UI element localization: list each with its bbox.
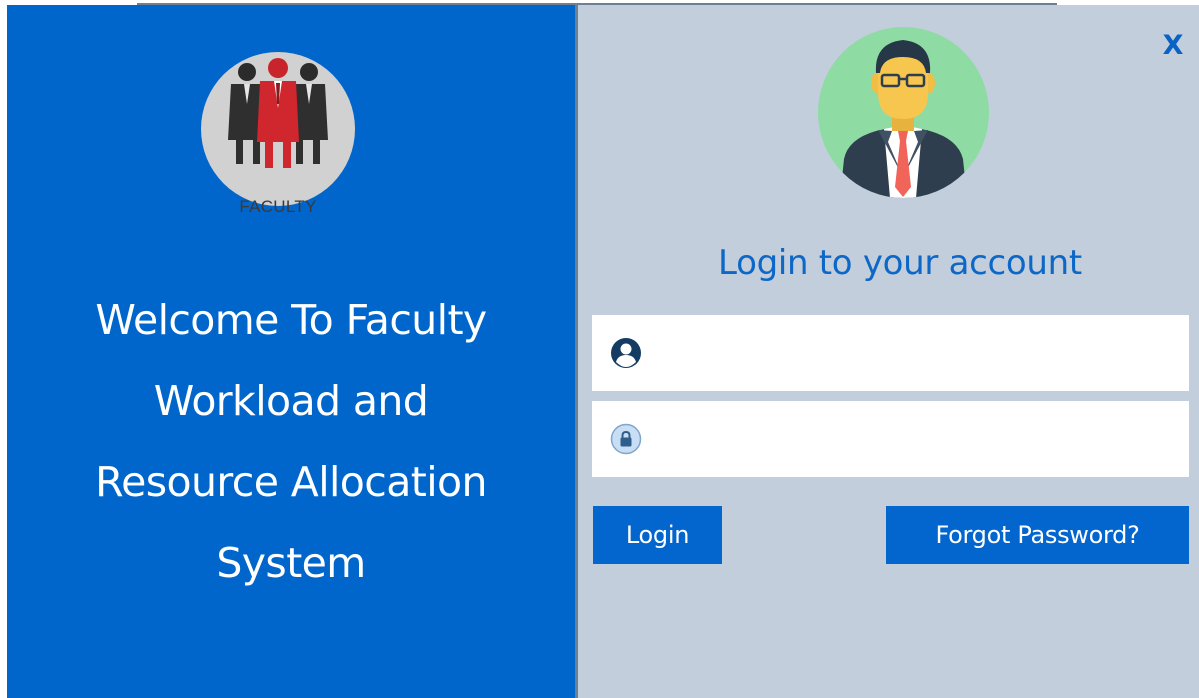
password-field: [592, 401, 1189, 477]
username-input[interactable]: [660, 315, 1180, 391]
login-button[interactable]: Login: [593, 506, 722, 564]
login-heading: Login to your account: [718, 243, 1082, 283]
welcome-line: Resource Allocation: [95, 458, 487, 506]
password-input[interactable]: [660, 401, 1180, 477]
welcome-message: Welcome To Faculty Workload and Resource…: [7, 280, 575, 604]
close-button[interactable]: X: [1156, 27, 1190, 65]
businessman-avatar-icon: [840, 40, 967, 198]
user-circle-icon: [611, 338, 641, 368]
welcome-line: Workload and: [153, 377, 429, 425]
welcome-line: System: [216, 539, 366, 587]
faculty-group-icon: [228, 58, 328, 168]
forgot-password-button[interactable]: Forgot Password?: [886, 506, 1189, 564]
logo-caption: FACULTY: [239, 197, 317, 216]
lock-icon: [610, 423, 642, 455]
welcome-line: Welcome To Faculty: [95, 296, 487, 344]
username-field: [592, 315, 1189, 391]
faculty-logo: [201, 52, 355, 206]
login-window: FACULTY Welcome To Faculty Workload and …: [0, 0, 1199, 698]
user-avatar: [818, 27, 989, 198]
